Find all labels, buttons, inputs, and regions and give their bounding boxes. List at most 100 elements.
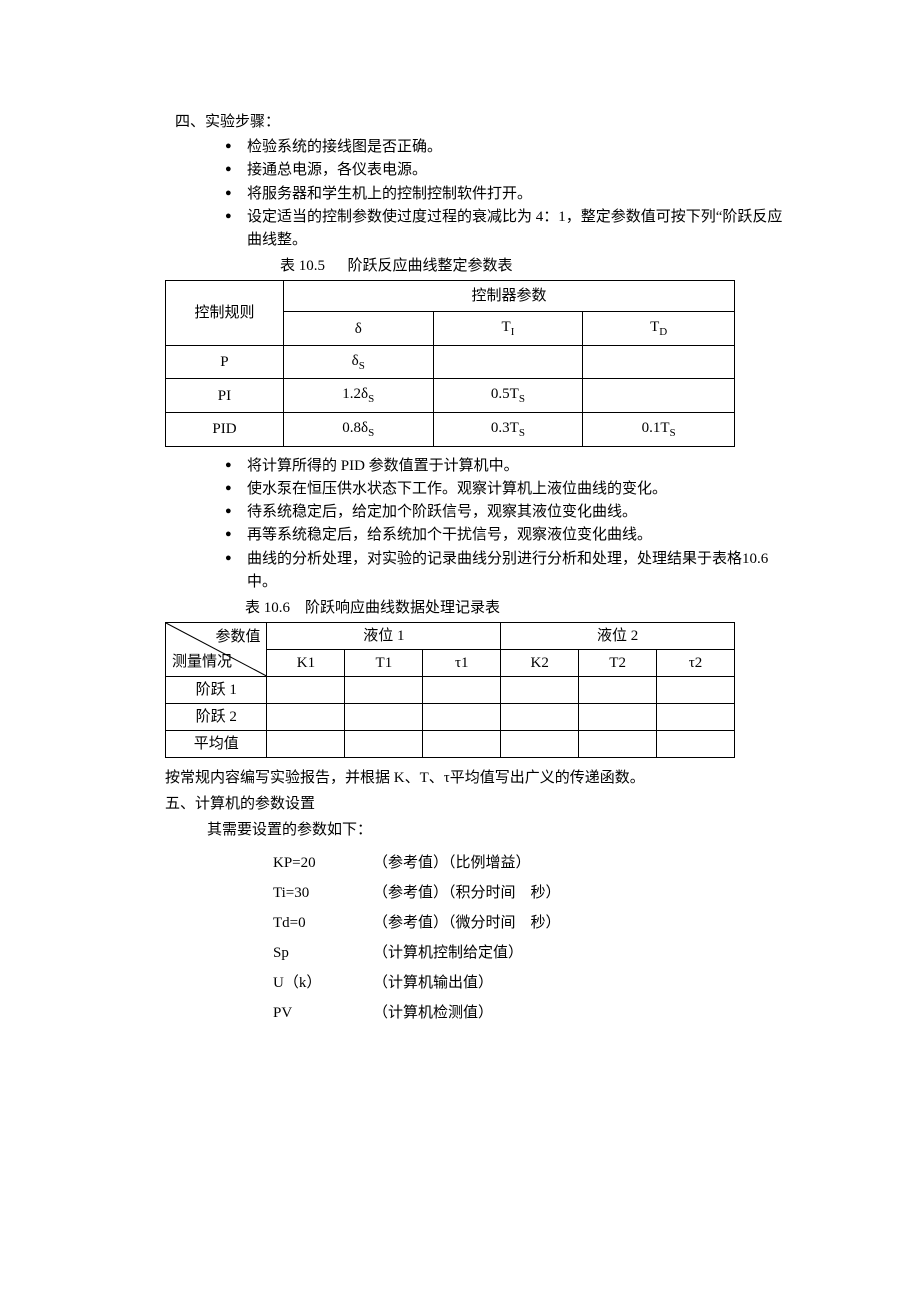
caption-text: 阶跃反应曲线整定参数表 — [348, 258, 513, 274]
list-item: 将计算所得的 PID 参数值置于计算机中。 — [225, 455, 790, 478]
cell-td: 0.1TS — [583, 413, 735, 447]
param-desc: （参考值）（积分时间 秒） — [373, 878, 561, 908]
caption-prefix: 表 10.5 — [280, 258, 325, 274]
cell — [501, 704, 579, 731]
cell — [345, 677, 423, 704]
table2-col: τ1 — [423, 650, 501, 677]
list-item: 待系统稳定后，给定加个阶跃信号，观察其液位变化曲线。 — [225, 501, 790, 524]
section4b-list: 将计算所得的 PID 参数值置于计算机中。 使水泵在恒压供水状态下工作。观察计算… — [175, 455, 790, 595]
cell — [579, 704, 657, 731]
cell-delta: δS — [283, 345, 433, 379]
table1-header-params: 控制器参数 — [283, 281, 734, 312]
cell-rule: P — [166, 345, 284, 379]
cell — [657, 677, 735, 704]
param-key: Sp — [273, 938, 373, 968]
section4-title: 四、实验步骤： — [175, 110, 790, 134]
param-row: Sp （计算机控制给定值） — [273, 938, 790, 968]
cell-delta: 1.2δS — [283, 379, 433, 413]
cell-ti: 0.5TS — [433, 379, 583, 413]
table2-col: T2 — [579, 650, 657, 677]
cell — [657, 704, 735, 731]
cell-rule: PID — [166, 413, 284, 447]
param-key: Ti=30 — [273, 878, 373, 908]
table1-col-delta: δ — [283, 312, 433, 346]
row-label: 平均值 — [166, 731, 267, 758]
list-text: 使水泵在恒压供水状态下工作。观察计算机上液位曲线的变化。 — [247, 481, 667, 497]
caption-text: 阶跃响应曲线数据处理记录表 — [305, 600, 500, 616]
list-text: 再等系统稳定后，给系统加个干扰信号，观察液位变化曲线。 — [247, 527, 652, 543]
list-item: 检验系统的接线图是否正确。 — [225, 136, 790, 159]
cell-rule: PI — [166, 379, 284, 413]
cell — [579, 677, 657, 704]
list-item: 使水泵在恒压供水状态下工作。观察计算机上液位曲线的变化。 — [225, 478, 790, 501]
param-desc: （计算机控制给定值） — [373, 938, 523, 968]
table-row: PI 1.2δS 0.5TS — [166, 379, 735, 413]
param-desc: （参考值）（比例增益） — [373, 848, 531, 878]
cell — [579, 731, 657, 758]
cell-ti: 0.3TS — [433, 413, 583, 447]
diag-top-label: 参数值 — [215, 625, 260, 649]
list-text: 将计算所得的 PID 参数值置于计算机中。 — [247, 458, 519, 474]
cell — [501, 677, 579, 704]
table-row: 平均值 — [166, 731, 735, 758]
list-text: 接通总电源，各仪表电源。 — [247, 162, 427, 178]
table2-group1: 液位 1 — [267, 623, 501, 650]
param-key: KP=20 — [273, 848, 373, 878]
table2-col: K1 — [267, 650, 345, 677]
table2-caption: 表 10.6 阶跃响应曲线数据处理记录表 — [175, 596, 790, 620]
table1-col-td: TD — [583, 312, 735, 346]
section4-list: 检验系统的接线图是否正确。 接通总电源，各仪表电源。 将服务器和学生机上的控制控… — [175, 136, 790, 252]
section5-title: 五、计算机的参数设置 — [165, 792, 790, 816]
list-item: 再等系统稳定后，给系统加个干扰信号，观察液位变化曲线。 — [225, 524, 790, 547]
table2: 参数值 测量情况 液位 1 液位 2 K1 T1 τ1 K2 T2 τ2 阶跃 … — [165, 622, 735, 758]
table1-caption: 表 10.5 阶跃反应曲线整定参数表 — [175, 254, 790, 278]
param-desc: （计算机检测值） — [373, 998, 493, 1028]
param-row: KP=20 （参考值）（比例增益） — [273, 848, 790, 878]
cell — [423, 677, 501, 704]
table2-col: T1 — [345, 650, 423, 677]
table2-diag-header: 参数值 测量情况 — [166, 623, 267, 677]
cell — [345, 731, 423, 758]
param-key: PV — [273, 998, 373, 1028]
table1: 控制规则 控制器参数 δ TI TD P δS PI 1.2δS 0.5TS P… — [165, 280, 735, 446]
document-page: 四、实验步骤： 检验系统的接线图是否正确。 接通总电源，各仪表电源。 将服务器和… — [0, 0, 920, 1302]
cell — [501, 731, 579, 758]
param-row: PV （计算机检测值） — [273, 998, 790, 1028]
param-key: U（k） — [273, 968, 373, 998]
cell — [423, 704, 501, 731]
cell-ti — [433, 345, 583, 379]
caption-prefix: 表 10.6 — [245, 600, 290, 616]
list-text: 检验系统的接线图是否正确。 — [247, 139, 442, 155]
cell — [423, 731, 501, 758]
cell-td — [583, 379, 735, 413]
param-row: U（k） （计算机输出值） — [273, 968, 790, 998]
cell — [657, 731, 735, 758]
table2-group2: 液位 2 — [501, 623, 735, 650]
cell-td — [583, 345, 735, 379]
cell — [267, 677, 345, 704]
list-text: 待系统稳定后，给定加个阶跃信号，观察其液位变化曲线。 — [247, 504, 637, 520]
table1-header-rule: 控制规则 — [166, 281, 284, 346]
table-row: PID 0.8δS 0.3TS 0.1TS — [166, 413, 735, 447]
table-row: 阶跃 1 — [166, 677, 735, 704]
table2-col: K2 — [501, 650, 579, 677]
cell-delta: 0.8δS — [283, 413, 433, 447]
after-table2-text: 按常规内容编写实验报告，并根据 K、T、τ平均值写出广义的传递函数。 — [165, 766, 790, 790]
list-text: 设定适当的控制参数使过度过程的衰减比为 4：1，整定参数值可按下列“阶跃反应曲线… — [247, 209, 782, 248]
cell — [267, 731, 345, 758]
param-row: Ti=30 （参考值）（积分时间 秒） — [273, 878, 790, 908]
param-desc: （参考值）（微分时间 秒） — [373, 908, 561, 938]
list-item: 将服务器和学生机上的控制控制软件打开。 — [225, 183, 790, 206]
table-row: P δS — [166, 345, 735, 379]
cell — [267, 704, 345, 731]
list-item: 曲线的分析处理，对实验的记录曲线分别进行分析和处理，处理结果于表格10.6 中。 — [225, 548, 790, 595]
diag-bottom-label: 测量情况 — [172, 650, 232, 674]
table1-col-ti: TI — [433, 312, 583, 346]
param-row: Td=0 （参考值）（微分时间 秒） — [273, 908, 790, 938]
list-text: 将服务器和学生机上的控制控制软件打开。 — [247, 186, 532, 202]
param-desc: （计算机输出值） — [373, 968, 493, 998]
param-key: Td=0 — [273, 908, 373, 938]
row-label: 阶跃 2 — [166, 704, 267, 731]
list-item: 设定适当的控制参数使过度过程的衰减比为 4：1，整定参数值可按下列“阶跃反应曲线… — [225, 206, 790, 253]
list-item: 接通总电源，各仪表电源。 — [225, 159, 790, 182]
